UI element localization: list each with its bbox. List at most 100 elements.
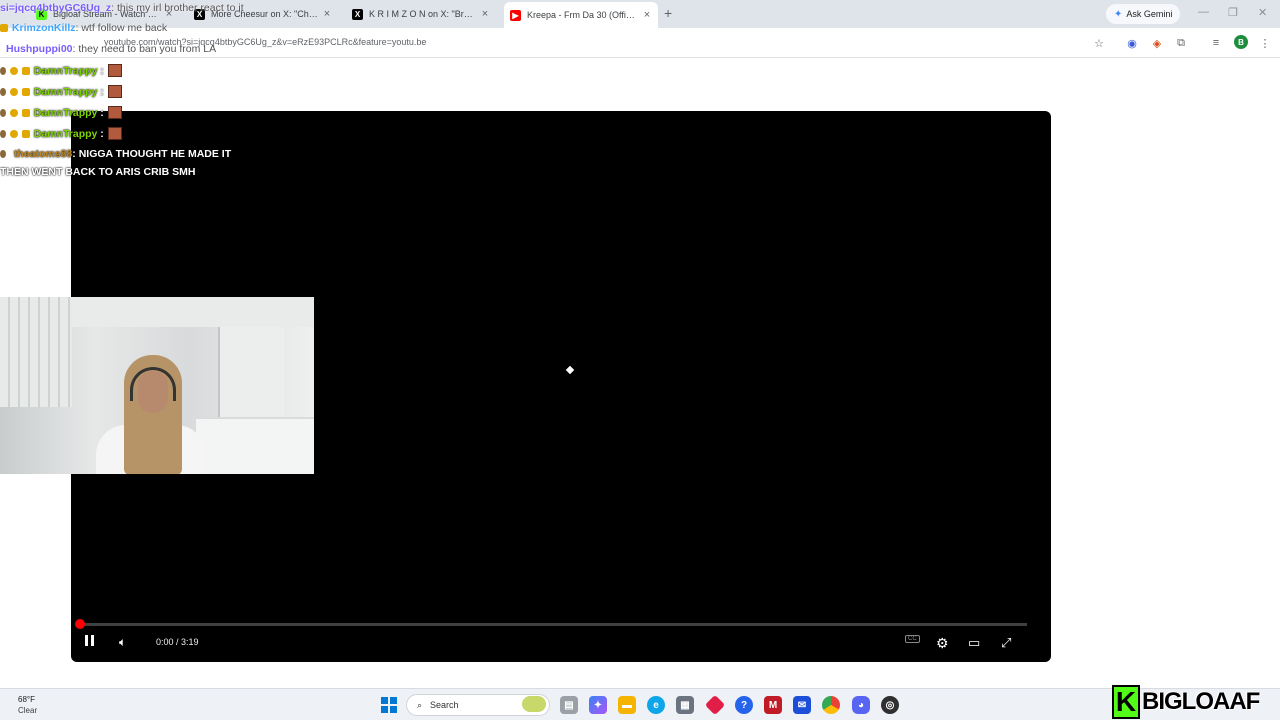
chat-message: DamnTrappy : — [0, 106, 122, 119]
tab-krimzon[interactable]: X K R I M Z O N on X: "Bro this gu × — [346, 4, 496, 24]
chat-message: si=jqcq4btbyGC6Ug_z: this my irl brother… — [0, 2, 244, 14]
close-icon[interactable]: × — [480, 8, 490, 20]
emote-icon — [107, 64, 122, 77]
weather-temperature[interactable]: 68°F — [18, 695, 35, 704]
badge-icon — [9, 88, 18, 96]
brand-name: BIGLOAAF — [1142, 688, 1260, 715]
chat-message: DamnTrappy : — [0, 127, 122, 140]
chat-message: Hushpuppi00: they need to ban you from L… — [6, 43, 216, 55]
chat-separator: : — [97, 86, 104, 98]
badge-icon — [21, 88, 30, 96]
shield-icon[interactable]: ◈ — [1150, 36, 1164, 50]
badge-icon — [0, 130, 6, 138]
pause-icon — [85, 635, 94, 646]
app-red-icon[interactable] — [704, 694, 726, 716]
weather-condition[interactable]: Clear — [18, 706, 37, 715]
gemini-icon: ✦ — [1114, 8, 1123, 20]
badge-icon — [0, 150, 6, 158]
volume-icon: 🔈︎ — [119, 635, 127, 649]
tab-title: Kreepa - Frm Da 30 (Official Vi — [527, 10, 638, 20]
gear-icon: ⚙ — [936, 635, 949, 651]
discord-icon[interactable]: ◕ — [852, 696, 870, 714]
chat-username: DamnTrappy — [33, 86, 98, 98]
window-blinds — [0, 297, 72, 407]
chat-message: KrimzonKillz: wtf follow me back — [0, 22, 167, 34]
scrubber-handle[interactable] — [75, 619, 85, 629]
volume-button[interactable]: 🔈︎ — [119, 635, 126, 650]
copilot-icon[interactable]: ✦ — [589, 696, 607, 714]
fullscreen-button[interactable]: ⤢ — [1001, 635, 1011, 651]
captions-icon: CC — [905, 635, 920, 643]
store-icon[interactable]: ▦ — [676, 696, 694, 714]
chrome-icon[interactable] — [822, 696, 840, 714]
chat-username: Hushpuppi00 — [6, 43, 73, 55]
ask-gemini-label: Ask Gemini — [1126, 9, 1173, 19]
new-tab-button[interactable]: + — [664, 5, 672, 21]
chat-separator: : — [97, 128, 104, 140]
media-controls-icon[interactable]: ≡ — [1209, 36, 1223, 50]
file-icon[interactable]: ▤ — [560, 696, 578, 714]
theater-mode-button[interactable]: ▭ — [968, 635, 980, 651]
mcafee-icon[interactable]: M — [764, 696, 782, 714]
kick-logo-icon: K — [1112, 685, 1140, 719]
chat-username: DamnTrappy — [33, 128, 98, 140]
chat-text-continued: THEN WENT BACK TO ARIS CRIB SMH — [0, 166, 196, 178]
search-highlight-icon — [522, 696, 546, 712]
menu-icon[interactable]: ⋮ — [1258, 36, 1272, 50]
badge-icon — [0, 24, 8, 32]
maximize-icon[interactable]: ❐ — [1228, 6, 1238, 19]
settings-button[interactable]: ⚙ — [936, 635, 949, 652]
mouse-cursor-icon — [565, 365, 575, 375]
bookmark-star-icon[interactable]: ☆ — [1092, 36, 1106, 50]
windows-start-icon[interactable] — [381, 697, 397, 713]
chat-message: DamnTrappy : — [0, 64, 122, 77]
chat-username: theatoms88 — [13, 148, 73, 160]
emote-icon — [107, 85, 122, 98]
chat-username: DamnTrappy — [33, 65, 98, 77]
taskbar: 68°F Clear ⌕ Search ▤ ✦ ▬ e ▦ ? M ✉ ◕ ◎ — [0, 688, 1280, 720]
badge-icon — [21, 130, 30, 138]
badge-icon — [9, 109, 18, 117]
badge-icon — [9, 130, 18, 138]
minimize-icon[interactable]: — — [1198, 6, 1209, 18]
pause-button[interactable] — [85, 635, 94, 646]
chat-username: si=jqcq4btbyGC6Ug_z — [0, 2, 112, 14]
badge-icon — [21, 109, 30, 117]
obs-icon[interactable]: ◎ — [881, 696, 899, 714]
emote-icon — [107, 127, 122, 140]
chat-username: KrimzonKillz — [11, 22, 76, 34]
time-display: 0:00 / 3:19 — [156, 637, 199, 647]
avatar[interactable]: B — [1234, 35, 1248, 49]
tab-kreepa-video[interactable]: ▶ Kreepa - Frm Da 30 (Official Vi × — [504, 2, 658, 28]
emote-icon — [107, 106, 122, 119]
search-placeholder: Search — [430, 700, 459, 710]
badge-icon — [0, 88, 6, 96]
close-window-icon[interactable]: ✕ — [1258, 6, 1267, 19]
edge-icon[interactable]: e — [647, 696, 665, 714]
kick-brand-logo: K BIGLOAAF — [1112, 684, 1280, 720]
folder-icon[interactable]: ▬ — [618, 696, 636, 714]
chat-username: DamnTrappy — [33, 107, 98, 119]
progress-bar[interactable] — [79, 623, 1027, 626]
chat-message: theatoms88: NIGGA THOUGHT HE MADE IT — [0, 148, 231, 160]
close-icon[interactable]: × — [642, 9, 652, 21]
chat-text: : this my irl brother react to it — [111, 2, 244, 14]
webcam-overlay — [0, 297, 314, 474]
chat-separator: : — [97, 107, 104, 119]
tab-title: K R I M Z O N on X: "Bro this gu — [369, 9, 476, 19]
extension-icon[interactable]: ◉ — [1125, 36, 1139, 50]
youtube-icon: ▶ — [510, 9, 521, 21]
extensions-puzzle-icon[interactable]: ⧉ — [1174, 36, 1188, 50]
fullscreen-icon: ⤢ — [1001, 635, 1012, 650]
help-icon[interactable]: ? — [735, 696, 753, 714]
close-icon[interactable]: × — [322, 8, 332, 20]
ask-gemini-button[interactable]: ✦ Ask Gemini — [1106, 4, 1181, 24]
badge-icon — [0, 109, 6, 117]
captions-button[interactable]: CC — [905, 635, 920, 643]
mail-icon[interactable]: ✉ — [793, 696, 811, 714]
chat-separator: : — [97, 65, 104, 77]
chat-text: : they need to ban you from LA — [72, 43, 217, 55]
badge-icon — [21, 67, 30, 75]
search-icon: ⌕ — [417, 699, 423, 710]
x-icon: X — [352, 8, 363, 20]
